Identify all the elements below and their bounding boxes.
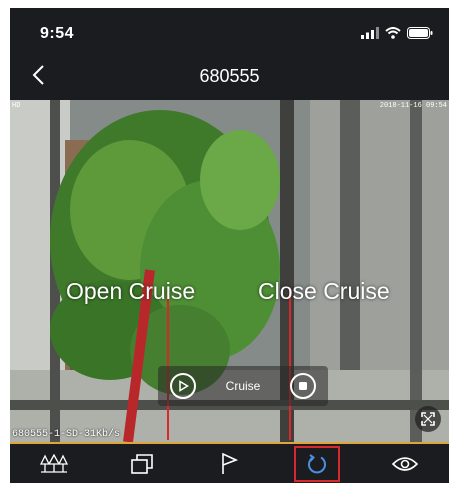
status-bar: 9:54 (10, 8, 449, 52)
fullscreen-button[interactable] (415, 406, 441, 432)
signal-icon (361, 27, 379, 39)
battery-icon (407, 27, 433, 39)
toolbar-preset-button[interactable] (186, 444, 274, 483)
toolbar-view-button[interactable] (361, 444, 449, 483)
close-cruise-annotation: Close Cruise (258, 278, 390, 304)
eye-icon (392, 456, 419, 471)
open-cruise-button[interactable] (170, 373, 196, 399)
status-time: 9:54 (40, 25, 75, 42)
close-cruise-button[interactable] (290, 373, 316, 399)
layers-icon (130, 453, 153, 474)
toolbar-layers-button[interactable] (98, 444, 186, 483)
cruise-label: Cruise (225, 379, 261, 393)
page-title: 680555 (199, 66, 260, 86)
active-highlight (294, 446, 341, 482)
flag-icon (222, 452, 239, 474)
toolbar-cruise-button[interactable] (273, 444, 361, 483)
cruise-control-panel: Cruise (158, 366, 328, 406)
toolbar-ptz-button[interactable] (10, 444, 98, 483)
wifi-icon (385, 27, 401, 39)
phone-screen: 9:54 680555 HD 2018-11-16 09:54 Open Cru… (10, 8, 449, 483)
stop-circle-icon (299, 382, 307, 390)
expand-icon (421, 412, 435, 426)
stream-info: 680555-1-SD-31Kb/s (12, 429, 121, 440)
nav-bar: 680555 (10, 52, 449, 100)
live-video-view[interactable]: HD 2018-11-16 09:54 Open Cruise Close Cr… (10, 100, 449, 442)
play-circle-icon (179, 380, 189, 392)
video-timestamp: 2018-11-16 09:54 (379, 102, 447, 110)
tree-icon (39, 453, 68, 473)
open-cruise-annotation: Open Cruise (66, 278, 196, 304)
bottom-toolbar (10, 444, 449, 483)
status-icons (361, 27, 433, 39)
quality-tag: HD (12, 102, 21, 110)
